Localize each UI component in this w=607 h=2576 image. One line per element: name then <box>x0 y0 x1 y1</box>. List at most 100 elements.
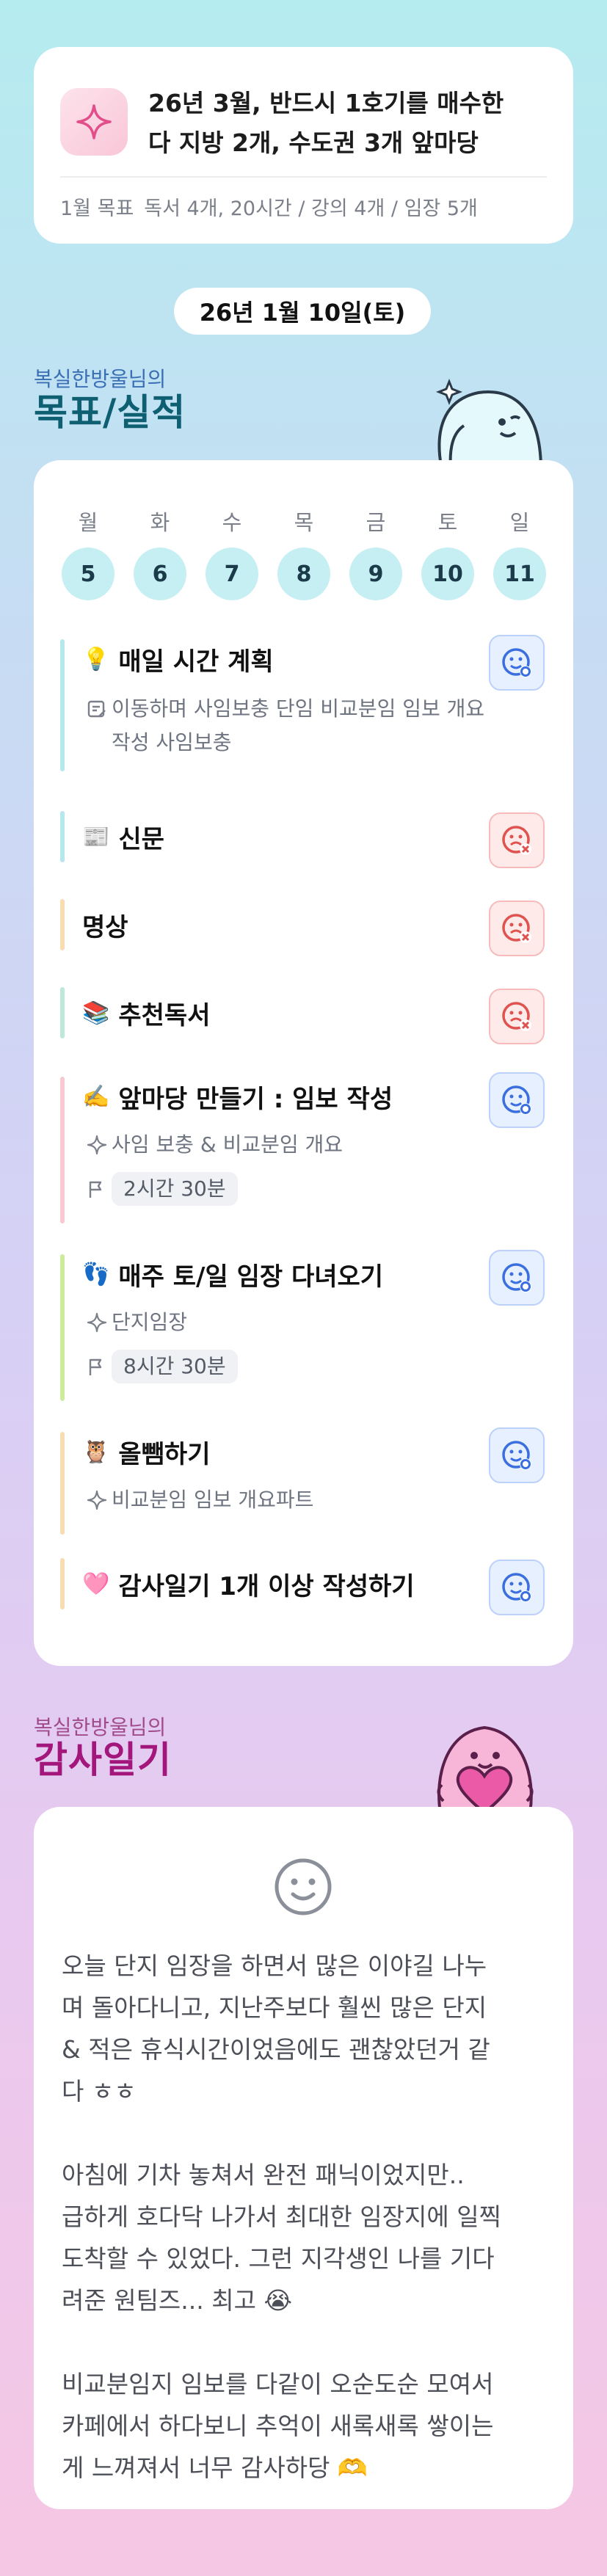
sparkle-icon <box>82 1306 112 1339</box>
gratitude-section-title: 감사일기 <box>34 1739 172 1781</box>
task-subgoal-text: 사임 보충 & 비교분임 개요 <box>112 1132 344 1157</box>
done-status-icon[interactable] <box>489 1427 545 1483</box>
task-color-bar <box>60 811 65 862</box>
diary-line: 며 돌아다니고, 지난주보다 훨씬 많은 단지 <box>62 1993 487 2022</box>
task-title: 📰 신문 <box>82 817 164 856</box>
done-status-icon[interactable] <box>489 635 545 691</box>
day-button[interactable]: 11 <box>493 547 546 600</box>
footprints-icon: 👣 <box>82 1261 110 1287</box>
done-status-icon[interactable] <box>489 1560 545 1615</box>
weekday-label: 금 <box>366 510 386 535</box>
task-subgoal: 단지임장 <box>82 1306 187 1339</box>
day-button[interactable]: 8 <box>277 547 330 600</box>
sparkle-icon <box>60 88 128 156</box>
task-color-bar <box>60 1254 65 1401</box>
monthly-goal: 1월 목표 독서 4개, 20시간 / 강의 4개 / 임장 5개 <box>60 192 559 221</box>
weekday-label: 수 <box>222 510 242 535</box>
divider <box>60 176 547 178</box>
smile-face-icon[interactable] <box>270 1854 336 1920</box>
task-item[interactable]: 🩷 감사일기 1개 이상 작성하기 <box>60 1558 545 1615</box>
diary-paragraph: 아침에 기차 놓쳐서 완전 패닉이었지만.. 급하게 호다닥 나가서 최대한 임… <box>62 2154 550 2321</box>
sparkle-icon <box>82 1483 112 1517</box>
task-color-bar <box>60 899 65 950</box>
diary-line: 비교분임지 임보를 다같이 오순도순 모여서 <box>62 2370 494 2398</box>
fail-status-icon[interactable] <box>489 989 545 1044</box>
task-item[interactable]: 💡 매일 시간 계획 이동하며 사임보충 단임 비교분임 임보 개요 작성 사임보충 <box>60 635 545 771</box>
task-item[interactable]: 명상 <box>60 899 545 956</box>
task-title: 🩷 감사일기 1개 이상 작성하기 <box>82 1564 415 1604</box>
task-item[interactable]: 📚 추천독서 <box>60 987 545 1044</box>
weekday-label: 토 <box>437 510 458 535</box>
date-selector[interactable]: 26년 1월 10일(토) <box>174 288 431 335</box>
task-time: 8시간 30분 <box>82 1350 238 1383</box>
books-icon: 📚 <box>82 1000 110 1026</box>
diary-line: 카페에서 하다보니 추억이 새록새록 쌓이는 <box>62 2412 494 2440</box>
task-note-line: 이동하며 사임보충 단임 비교분임 임보 개요 <box>112 696 485 721</box>
task-item[interactable]: 👣 매주 토/일 임장 다녀오기 단지임장 8시간 30분 <box>60 1250 545 1401</box>
task-title-text: 매주 토/일 임장 다녀오기 <box>118 1262 384 1292</box>
day-button[interactable]: 7 <box>206 547 258 600</box>
lightbulb-icon: 💡 <box>82 646 110 672</box>
task-item[interactable]: 📰 신문 <box>60 811 545 868</box>
weekday-label: 목 <box>294 510 314 535</box>
goal-line-1: 26년 3월, 반드시 1호기를 매수한 <box>148 89 504 117</box>
writing-hand-icon: ✍️ <box>82 1083 110 1110</box>
day-button[interactable]: 9 <box>349 547 402 600</box>
day-button[interactable]: 10 <box>421 547 474 600</box>
mascot-heart-illustration <box>437 1725 534 1813</box>
mascot-illustration <box>435 378 543 470</box>
diary-paragraph: 비교분임지 임보를 다같이 오순도순 모여서 카페에서 하다보니 추억이 새록새… <box>62 2363 550 2489</box>
task-subgoal: 비교분임 임보 개요파트 <box>82 1483 313 1517</box>
weekday-label: 일 <box>509 510 530 535</box>
task-item[interactable]: 🦉 올뺌하기 비교분임 임보 개요파트 <box>60 1427 545 1535</box>
task-note: 이동하며 사임보충 단임 비교분임 임보 개요 작성 사임보충 <box>82 692 484 760</box>
day-button[interactable]: 6 <box>134 547 186 600</box>
task-title-text: 매일 시간 계획 <box>118 647 274 677</box>
task-title-text: 추천독서 <box>118 1000 211 1030</box>
owl-icon: 🦉 <box>82 1438 110 1465</box>
task-subgoal-text: 비교분임 임보 개요파트 <box>112 1488 314 1512</box>
goals-section-title: 목표/실적 <box>34 391 186 434</box>
task-title: 🦉 올뺌하기 <box>82 1432 210 1471</box>
task-title: 👣 매주 토/일 임장 다녀오기 <box>82 1254 383 1294</box>
task-title: 명상 <box>82 905 128 945</box>
gratitude-card: 오늘 단지 임장을 하면서 많은 이야길 나누 며 돌아다니고, 지난주보다 훨… <box>34 1807 573 2509</box>
done-status-icon[interactable] <box>489 1072 545 1128</box>
flag-icon <box>82 1350 112 1383</box>
task-title-text: 감사일기 1개 이상 작성하기 <box>118 1571 415 1601</box>
task-subgoal-text: 단지임장 <box>112 1310 188 1334</box>
task-subgoal: 사임 보충 & 비교분임 개요 <box>82 1128 343 1162</box>
task-color-bar <box>60 987 65 1038</box>
task-title: 📚 추천독서 <box>82 993 210 1033</box>
heart-icon: 🩷 <box>82 1571 110 1597</box>
newspaper-icon: 📰 <box>82 823 110 850</box>
weekday-label: 월 <box>78 510 98 535</box>
task-title-text: 앞마당 만들기 : 임보 작성 <box>118 1084 393 1114</box>
task-color-bar <box>60 1432 65 1535</box>
goal-card: 26년 3월, 반드시 1호기를 매수한 다 지방 2개, 수도권 3개 앞마당… <box>34 47 573 244</box>
fail-status-icon[interactable] <box>489 900 545 956</box>
monthly-goal-detail: 독서 4개, 20시간 / 강의 4개 / 임장 5개 <box>144 197 478 220</box>
task-title-text: 신문 <box>118 824 164 854</box>
fail-status-icon[interactable] <box>489 812 545 868</box>
task-color-bar <box>60 1558 65 1609</box>
diary-line: 도착할 수 있었다. 그런 지각생인 나를 기다 <box>62 2244 495 2273</box>
task-title: 💡 매일 시간 계획 <box>82 639 274 679</box>
task-title-text: 올뺌하기 <box>118 1439 211 1469</box>
diary-line: 급하게 호다닥 나가서 최대한 임장지에 일찍 <box>62 2202 501 2231</box>
diary-line: 오늘 단지 임장을 하면서 많은 이야길 나누 <box>62 1951 487 1980</box>
monthly-goal-label: 1월 목표 <box>60 197 134 220</box>
done-status-icon[interactable] <box>489 1250 545 1306</box>
diary-line: & 적은 휴식시간이었음에도 괜찮았던거 같 <box>62 2035 490 2064</box>
diary-line: 다 ㅎㅎ <box>62 2077 137 2106</box>
weekday-label: 화 <box>150 510 170 535</box>
task-color-bar <box>60 1077 65 1223</box>
task-item[interactable]: ✍️ 앞마당 만들기 : 임보 작성 사임 보충 & 비교분임 개요 2시간 30… <box>60 1072 545 1223</box>
task-color-bar <box>60 639 65 771</box>
diary-line: 려준 원팀즈... 최고 😭 <box>62 2286 293 2315</box>
task-time: 2시간 30분 <box>82 1172 238 1206</box>
diary-paragraph: 오늘 단지 임장을 하면서 많은 이야길 나누 며 돌아다니고, 지난주보다 훨… <box>62 1945 550 2112</box>
goal-statement: 26년 3월, 반드시 1호기를 매수한 다 지방 2개, 수도권 3개 앞마당 <box>148 84 552 163</box>
goal-line-2: 다 지방 2개, 수도권 3개 앞마당 <box>148 128 479 157</box>
day-button[interactable]: 5 <box>62 547 115 600</box>
